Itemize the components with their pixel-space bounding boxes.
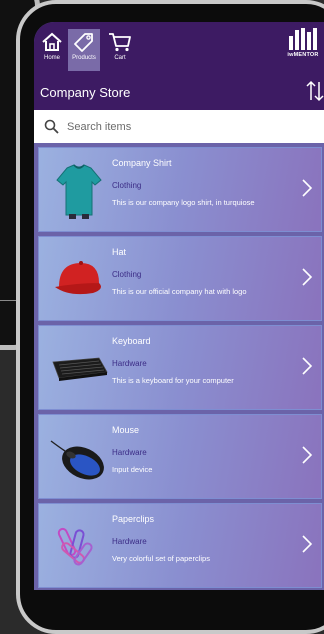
product-name: Keyboard: [112, 336, 151, 346]
product-list: Company Shirt Clothing This is our compa…: [34, 143, 324, 588]
search-icon: [44, 119, 59, 134]
search-input[interactable]: [67, 120, 287, 133]
product-name: Hat: [112, 247, 127, 257]
nav-cart-button[interactable]: Cart: [104, 29, 136, 71]
product-card-shirt[interactable]: Company Shirt Clothing This is our compa…: [38, 147, 322, 232]
shirt-image: [56, 164, 102, 219]
sort-icon[interactable]: [306, 78, 324, 104]
chevron-right-icon[interactable]: [301, 445, 313, 465]
product-description: Input device: [112, 465, 153, 474]
nav-products-label: Products: [72, 55, 96, 61]
cart-icon: [109, 33, 131, 52]
nav-home-label: Home: [43, 55, 60, 61]
chevron-right-icon[interactable]: [301, 534, 313, 554]
product-card-paperclips[interactable]: Paperclips Hardware Very colorful set of…: [38, 503, 322, 588]
stage: Home Products Cart iwMENTOR Company Stor…: [0, 0, 324, 634]
paperclips-image: [57, 527, 93, 566]
product-card-mouse[interactable]: Mouse Hardware Input device: [38, 414, 322, 499]
search-bar: [34, 110, 324, 143]
logo-text: iwMENTOR: [287, 52, 319, 58]
home-icon: [42, 32, 62, 51]
title-bar: Company Store: [34, 74, 324, 110]
product-category: Hardware: [112, 359, 147, 368]
chevron-right-icon[interactable]: [301, 267, 313, 287]
app-screen: Home Products Cart iwMENTOR Company Stor…: [34, 22, 324, 590]
product-category: Hardware: [112, 448, 147, 457]
product-name: Mouse: [112, 425, 140, 435]
iwmentor-logo: iwMENTOR: [283, 28, 323, 58]
phone-frame: Home Products Cart iwMENTOR Company Stor…: [16, 0, 324, 634]
page-title: Company Store: [40, 84, 131, 100]
tag-icon: [74, 33, 93, 52]
product-description: This is a keyboard for your computer: [112, 376, 234, 385]
nav-home-button[interactable]: Home: [36, 29, 68, 71]
mouse-image: [50, 440, 104, 480]
product-category: Hardware: [112, 537, 147, 546]
product-description: This is our official company hat with lo…: [112, 287, 247, 296]
nav-products-button[interactable]: Products: [68, 29, 100, 71]
product-description: This is our company logo shirt, in turqu…: [112, 198, 255, 207]
product-name: Company Shirt: [112, 158, 172, 168]
cap-image: [55, 261, 101, 295]
nav-cart-label: Cart: [114, 55, 126, 61]
product-description: Very colorful set of paperclips: [112, 554, 210, 563]
top-nav: Home Products Cart iwMENTOR: [34, 22, 324, 74]
chevron-right-icon[interactable]: [301, 356, 313, 376]
logo-mark: [283, 28, 323, 50]
product-category: Clothing: [112, 270, 142, 279]
product-card-keyboard[interactable]: Keyboard Hardware This is a keyboard for…: [38, 325, 322, 410]
chevron-right-icon[interactable]: [301, 178, 313, 198]
product-category: Clothing: [112, 181, 142, 190]
product-name: Paperclips: [112, 514, 155, 524]
product-card-hat[interactable]: Hat Clothing This is our official compan…: [38, 236, 322, 321]
keyboard-image: [52, 357, 108, 381]
